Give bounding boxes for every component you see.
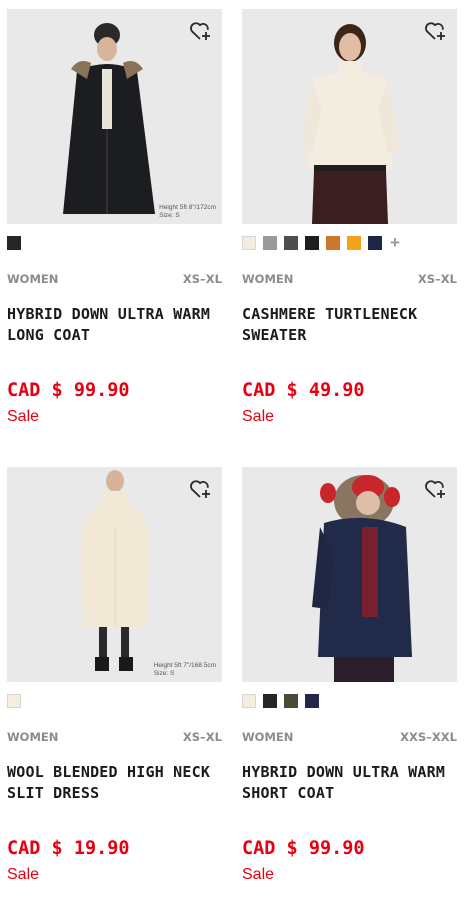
size-range: XS–XL [182,272,222,286]
color-swatches: + [242,234,400,251]
product-name[interactable]: CASHMERE TURTLENECK SWEATER [242,304,457,346]
gender-label: WOMEN [7,730,59,744]
product-price: CAD $ 49.90 [242,380,365,401]
color-swatch[interactable] [347,236,361,250]
size-range: XXS–XXL [400,730,457,744]
size-range: XS–XL [417,272,457,286]
color-swatch[interactable] [7,236,21,250]
product-price: CAD $ 99.90 [242,838,365,859]
product-image[interactable]: Height 5ft 8"/172cm Size: S [7,9,222,224]
product-card[interactable]: Height 5ft 8"/172cm Size: S WOMEN XS–XL … [7,9,222,425]
model-size-caption: Height 5ft 7"/168.5cm Size: S [153,662,216,677]
product-card[interactable]: + WOMEN XS–XL CASHMERE TURTLENECK SWEATE… [242,9,457,425]
product-meta: WOMEN XS–XL [242,272,457,286]
sale-label: Sale [242,866,275,883]
product-name[interactable]: HYBRID DOWN ULTRA WARM SHORT COAT [242,762,457,804]
product-name[interactable]: WOOL BLENDED HIGH NECK SLIT DRESS [7,762,222,804]
color-swatches [7,235,28,251]
product-meta: WOMEN XXS–XXL [242,730,457,744]
color-swatch[interactable] [242,694,256,708]
product-price: CAD $ 99.90 [7,380,130,401]
product-meta: WOMEN XS–XL [7,272,222,286]
heart-plus-icon [425,22,445,40]
product-image[interactable]: Height 5ft 7"/168.5cm Size: S [7,467,222,682]
sale-label: Sale [7,408,40,425]
add-to-wishlist-button[interactable] [188,19,212,43]
heart-plus-icon [425,480,445,498]
color-swatch[interactable] [284,236,298,250]
product-image[interactable] [242,9,457,224]
color-swatch[interactable] [7,694,21,708]
heart-plus-icon [190,22,210,40]
color-swatch[interactable] [368,236,382,250]
color-swatch[interactable] [284,694,298,708]
color-swatches [7,693,28,709]
color-swatch[interactable] [242,236,256,250]
color-swatch[interactable] [263,236,277,250]
add-to-wishlist-button[interactable] [188,477,212,501]
color-swatch[interactable] [305,694,319,708]
plus-icon[interactable]: + [390,234,400,251]
color-swatches [242,693,326,709]
sale-label: Sale [242,408,275,425]
color-swatch[interactable] [326,236,340,250]
product-meta: WOMEN XS–XL [7,730,222,744]
color-swatch[interactable] [305,236,319,250]
model-size-caption: Height 5ft 8"/172cm Size: S [159,204,216,219]
product-image[interactable] [242,467,457,682]
gender-label: WOMEN [242,272,294,286]
gender-label: WOMEN [242,730,294,744]
add-to-wishlist-button[interactable] [423,477,447,501]
product-card[interactable]: WOMEN XXS–XXL HYBRID DOWN ULTRA WARM SHO… [242,467,457,883]
product-name[interactable]: HYBRID DOWN ULTRA WARM LONG COAT [7,304,222,346]
product-card[interactable]: Height 5ft 7"/168.5cm Size: S WOMEN XS–X… [7,467,222,883]
size-range: XS–XL [182,730,222,744]
add-to-wishlist-button[interactable] [423,19,447,43]
sale-label: Sale [7,866,40,883]
heart-plus-icon [190,480,210,498]
color-swatch[interactable] [263,694,277,708]
gender-label: WOMEN [7,272,59,286]
product-price: CAD $ 19.90 [7,838,130,859]
